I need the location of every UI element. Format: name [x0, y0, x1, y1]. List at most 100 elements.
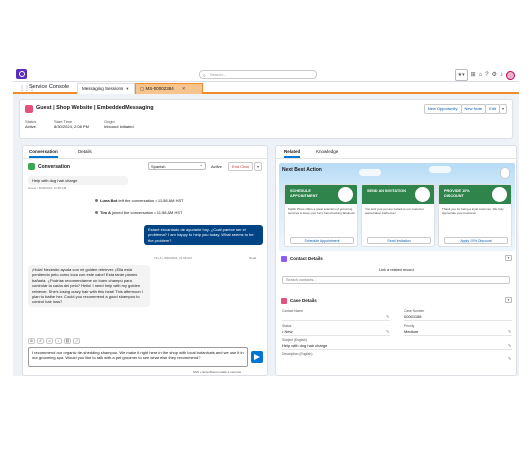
tab-knowledge[interactable]: Knowledge	[316, 149, 338, 154]
cloud-icon	[359, 169, 381, 176]
case-menu-button[interactable]: ▾	[505, 297, 512, 303]
new-note-button[interactable]: New Note	[460, 104, 487, 114]
trailhead-icon[interactable]: ⌂	[479, 70, 483, 80]
astro-mascot-icon	[500, 167, 510, 179]
gear-icon[interactable]: ⚙	[492, 70, 497, 80]
contact-details-header: Contact Details ▾	[279, 255, 515, 265]
calendar-icon	[338, 187, 353, 202]
add-icon[interactable]: ⊞	[471, 70, 476, 80]
recommendation-card: PROVIDE 10% DISCOUNT Thank you for being…	[438, 184, 512, 247]
tab-details[interactable]: Details	[78, 149, 92, 154]
chevron-down-icon[interactable]: ▾	[126, 86, 128, 91]
status-field-value: • New	[282, 329, 293, 334]
help-icon[interactable]: ?	[485, 70, 488, 80]
customer-message: ¡Hola! Necesito ayuda con mi golden retr…	[28, 265, 150, 307]
left-tabs: Conversation Details	[23, 146, 267, 159]
tab-messaging-sessions[interactable]: Messaging Sessions ▾	[77, 83, 135, 94]
more-actions-button[interactable]: ▾	[498, 104, 507, 114]
recommendation-card: SEND AN INVITATION You and your pet are …	[361, 184, 435, 247]
send-button[interactable]	[251, 351, 263, 363]
service-console-window: ⌕ Search... ★▾ ⊞ ⌂ ? ⚙ ♪ ⋮⋮⋮ Service Con…	[13, 66, 519, 376]
description-label: Description (English)	[282, 352, 313, 356]
edit-pencil-icon[interactable]: ✎	[508, 343, 511, 348]
recommendation-title: PROVIDE 10% DISCOUNT	[444, 189, 470, 198]
contact-details-section: Contact Details ▾ Link a related record.…	[279, 255, 515, 293]
message-list[interactable]: Help with dog hair charge Guest • 8/30/2…	[23, 174, 267, 334]
tab-related[interactable]: Related	[284, 149, 301, 158]
mail-icon	[415, 187, 430, 202]
field-divider	[404, 320, 512, 321]
favorites-icon[interactable]: ★▾	[454, 69, 468, 81]
edit-pencil-icon[interactable]: ✎	[386, 329, 389, 334]
close-icon[interactable]: ✕	[182, 86, 186, 91]
recommendation-title: SCHEDULE APPOINTMENT	[290, 189, 318, 198]
case-number-value: 00001158	[404, 314, 422, 319]
tab-messaging-session-record[interactable]: ▢ MS-00002384 ✕	[135, 83, 203, 94]
recommendation-title: SEND AN INVITATION	[367, 189, 406, 193]
active-status: Active	[211, 164, 222, 169]
subject-value: Help with dog hair charge	[282, 343, 328, 348]
edit-pencil-icon[interactable]: ✎	[386, 314, 389, 319]
contact-search-input[interactable]: Search contacts...	[282, 276, 510, 284]
link-icon[interactable]: ⛓	[64, 338, 71, 344]
recommendation-desc: Thank you for being a loyal customer. We…	[442, 207, 504, 215]
edit-button[interactable]: Edit	[485, 104, 500, 114]
new-opportunity-button[interactable]: New Opportunity	[423, 104, 462, 114]
priority-value: Medium	[404, 329, 419, 334]
contact-icon	[281, 256, 287, 262]
global-actions: ★▾ ⊞ ⌂ ? ⚙ ♪	[454, 69, 515, 81]
composer-toolbar: ⚙ ✐ ☺ ⌕ ⛓ ⤢	[28, 338, 80, 344]
nba-title: Next Best Action	[282, 167, 322, 173]
case-icon	[281, 298, 287, 304]
message-meta: Guest • 8/30/2024, 11:58 AM	[28, 186, 67, 190]
edit-pencil-icon[interactable]: ✎	[508, 356, 511, 361]
message-meta: Tim A • 8/30/2024, 11:58 AM	[154, 256, 192, 260]
end-chat-button[interactable]: End Chat	[228, 162, 253, 171]
event-dot-icon	[95, 211, 98, 214]
related-card: Related Knowledge Next Best Action SCHED…	[275, 145, 517, 376]
edit-pencil-icon[interactable]: ✎	[508, 329, 511, 334]
conversation-title: Conversation	[38, 164, 70, 170]
origin-value: Inbound Initiated	[104, 124, 134, 129]
app-logo-icon	[16, 69, 27, 79]
end-chat-menu-button[interactable]: ▾	[254, 162, 263, 171]
send-invitation-button[interactable]: Send Invitation	[367, 237, 431, 244]
quick-text-icon[interactable]: ⚙	[28, 338, 35, 344]
composer-hint: Shift + Enter/Return adds a new line	[193, 370, 242, 374]
language-select[interactable]: Spanish ⌃	[148, 162, 206, 170]
field-divider	[404, 335, 512, 336]
nav-bar: ⋮⋮⋮ Service Console Messaging Sessions ▾ …	[13, 82, 519, 94]
expand-icon[interactable]: ⤢	[73, 338, 80, 344]
agent-message: Estaré encantado de ayudarle hoy. ¿Cuál …	[144, 225, 263, 246]
conversation-header: Conversation Spanish ⌃ Active End Chat ▾	[23, 162, 267, 174]
next-best-action-panel: Next Best Action SCHEDULE APPOINTMENT Ka…	[279, 163, 515, 251]
field-divider	[282, 349, 512, 350]
status-field-label: Status	[282, 324, 292, 328]
field-divider	[282, 335, 390, 336]
case-details-header: Case Details ▾	[279, 297, 515, 307]
priority-label: Priority	[404, 324, 415, 328]
customer-message: Help with dog hair charge	[28, 176, 128, 186]
notifications-icon[interactable]: ♪	[500, 70, 503, 80]
attach-icon[interactable]: ⌕	[55, 338, 62, 344]
header-actions: New Opportunity New Note Edit ▾	[423, 104, 507, 114]
read-status: Read	[249, 256, 257, 260]
message-input[interactable]: I recommend our organic de-shedding sham…	[28, 347, 248, 367]
schedule-appointment-button[interactable]: Schedule Appointment	[290, 237, 354, 244]
app-name: Service Console	[29, 84, 70, 90]
discount-icon	[492, 187, 507, 202]
right-tabs: Related Knowledge	[276, 146, 516, 159]
contact-name-label: Contact Name	[282, 309, 304, 313]
tab-conversation[interactable]: Conversation	[29, 149, 58, 158]
apply-discount-button[interactable]: Apply 10% Discount	[444, 237, 508, 244]
event-agent-joined: Tim A joined the conversation • 11:58 AM…	[95, 210, 183, 215]
global-search-input[interactable]: ⌕ Search...	[199, 70, 317, 79]
start-time-value: 8/30/2024, 2:08 PM	[54, 124, 89, 129]
contact-menu-button[interactable]: ▾	[505, 255, 512, 261]
messaging-session-icon	[25, 105, 33, 113]
avatar[interactable]	[506, 70, 515, 80]
knowledge-icon[interactable]: ✐	[37, 338, 44, 344]
emoji-icon[interactable]: ☺	[46, 338, 53, 344]
page-title: Guest | Shop Website | EmbeddedMessaging	[36, 105, 154, 111]
link-record-prompt: Link a related record.	[379, 268, 415, 272]
